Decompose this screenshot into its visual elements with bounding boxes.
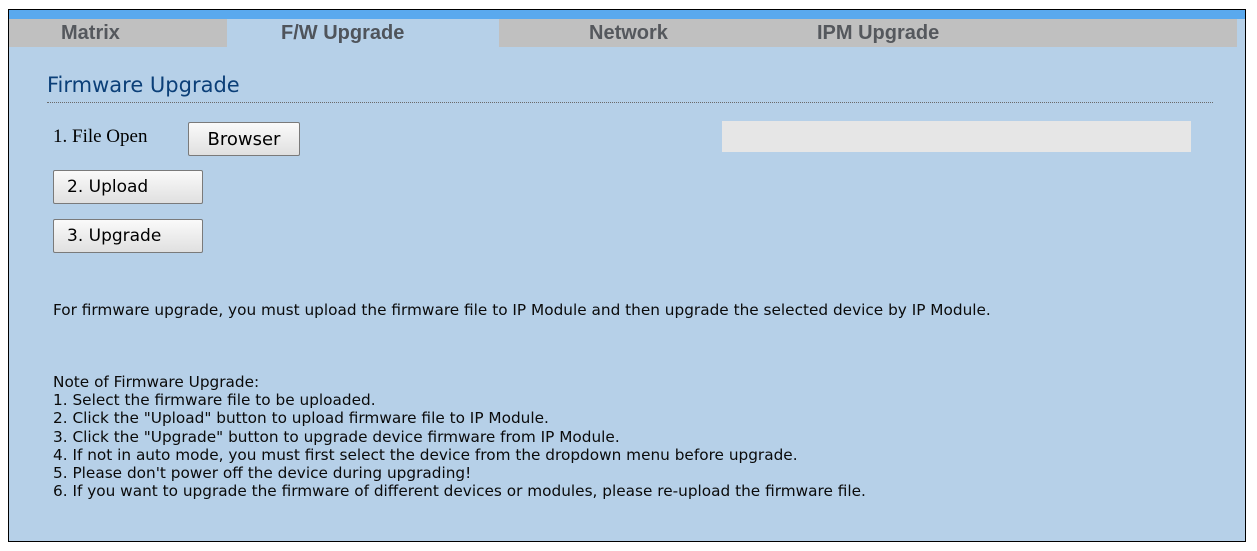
note-item: 3. Click the "Upgrade" button to upgrade… [53,427,620,446]
note-item: 5. Please don't power off the device dur… [53,464,472,483]
tab-ipm-upgrade[interactable]: IPM Upgrade [817,19,939,47]
file-open-label: 1. File Open [53,126,148,147]
tab-matrix[interactable]: Matrix [9,19,227,47]
browse-button[interactable]: Browser [188,122,300,156]
file-path-field[interactable] [722,121,1191,152]
upload-button[interactable]: 2. Upload [53,170,203,204]
section-title: Firmware Upgrade [47,73,240,97]
title-divider [47,102,1213,103]
tab-bar: Matrix F/W Upgrade Network IPM Upgrade [9,19,1245,47]
upgrade-notes: Note of Firmware Upgrade: 1. Select the … [53,373,1233,500]
upgrade-description: For firmware upgrade, you must upload th… [53,301,991,319]
tab-network[interactable]: Network [589,19,668,47]
note-item: 1. Select the firmware file to be upload… [53,391,376,410]
tab-group-network-ipm: Network IPM Upgrade [499,19,1237,47]
upgrade-button[interactable]: 3. Upgrade [53,219,203,253]
note-item: 2. Click the "Upload" button to upload f… [53,409,549,428]
top-accent-bar [9,10,1245,19]
firmware-upgrade-panel: Matrix F/W Upgrade Network IPM Upgrade F… [8,9,1246,542]
notes-heading: Note of Firmware Upgrade: [53,373,260,391]
tab-fw-upgrade[interactable]: F/W Upgrade [227,19,499,47]
note-item: 4. If not in auto mode, you must first s… [53,445,798,464]
note-item: 6. If you want to upgrade the firmware o… [53,482,866,501]
